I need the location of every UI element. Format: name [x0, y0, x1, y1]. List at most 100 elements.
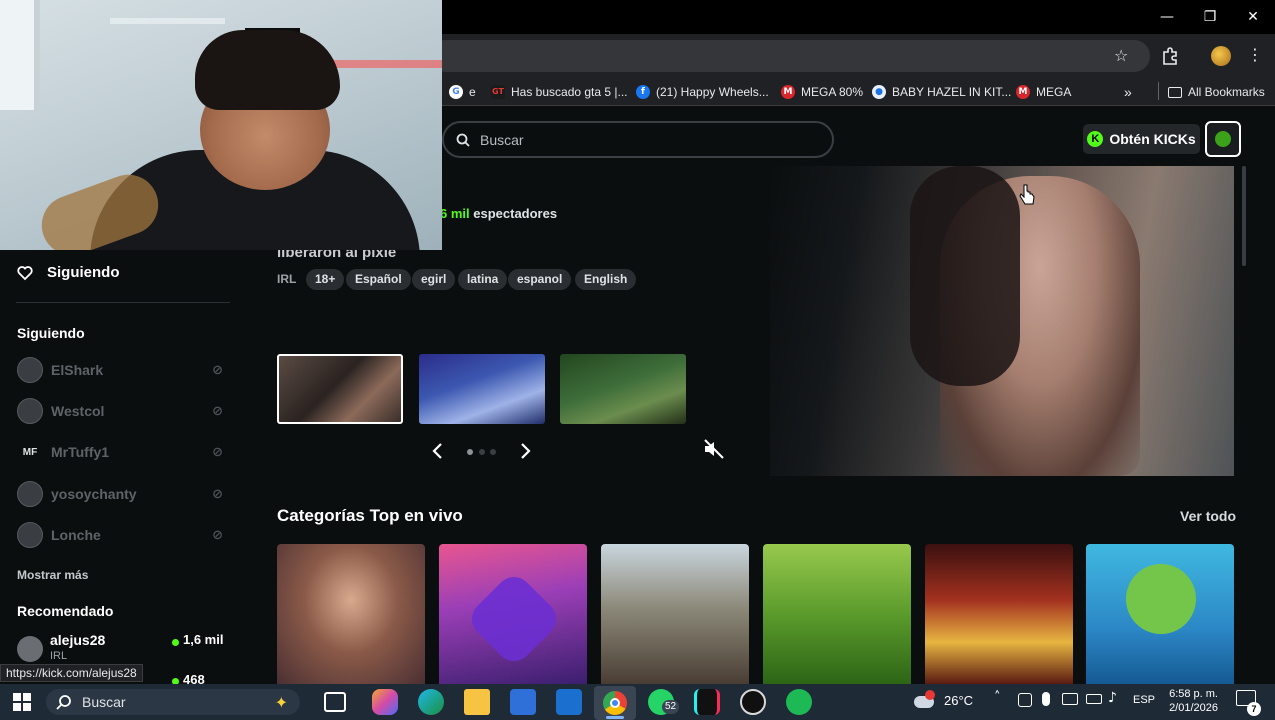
outlook-icon[interactable] [556, 689, 582, 715]
avatar [17, 398, 43, 424]
browser-menu-icon[interactable]: ⋮ [1247, 45, 1263, 67]
bookmark-item[interactable]: M MEGA [1016, 83, 1071, 101]
following-header[interactable]: Siguiendo [17, 264, 120, 281]
see-all-link[interactable]: Ver todo [1180, 508, 1236, 524]
google-icon: G [449, 85, 463, 99]
globe-icon: ● [872, 85, 886, 99]
microphone-icon[interactable] [1042, 692, 1050, 706]
tiktok-icon[interactable] [694, 689, 720, 715]
sidebar-channel-mrtuffy1[interactable]: MF MrTuffy1 ⊘ [17, 438, 227, 466]
avatar [17, 357, 43, 383]
mute-icon [704, 439, 724, 459]
sidebar-channel-yosoychanty[interactable]: yosoychanty ⊘ [17, 480, 227, 508]
avatar [1215, 131, 1231, 147]
search-input[interactable]: Buscar [442, 121, 834, 158]
recommended-channel[interactable]: 468 [172, 672, 232, 684]
extensions-icon[interactable] [1160, 46, 1180, 66]
tag-chip[interactable]: English [575, 269, 637, 290]
category-card[interactable] [601, 544, 749, 684]
chrome-icon [603, 691, 627, 715]
carousel-next-button[interactable] [515, 441, 535, 461]
category-card[interactable] [763, 544, 911, 684]
bookmarks-overflow-button[interactable]: » [1124, 83, 1132, 101]
bookmark-item[interactable]: GT Has buscado gta 5 |... [491, 83, 628, 101]
search-placeholder: Buscar [480, 131, 524, 148]
page-scrollbar[interactable] [1242, 166, 1246, 266]
meet-now-icon[interactable] [1018, 693, 1032, 707]
webcam-overlay [0, 0, 442, 250]
microsoft-store-icon[interactable] [510, 689, 536, 715]
volume-icon[interactable]: ♪ [1108, 690, 1117, 706]
bookmark-label: MEGA 80% [801, 85, 864, 99]
bookmark-label: MEGA [1036, 85, 1072, 99]
tag-chip[interactable]: Español [346, 269, 411, 290]
bookmarks-divider [1158, 82, 1159, 100]
following-header-label: Siguiendo [47, 264, 120, 281]
spotify-icon[interactable] [786, 689, 812, 715]
taskbar-active-app[interactable] [594, 686, 636, 720]
tag-chip[interactable]: latina [458, 269, 508, 290]
bookmark-item[interactable]: ● BABY HAZEL IN KIT... [872, 83, 1011, 101]
bookmark-item[interactable]: M MEGA 80% [781, 83, 863, 101]
get-kicks-button[interactable]: K Obtén KICKs [1083, 124, 1200, 154]
show-more-link[interactable]: Mostrar más [17, 568, 88, 582]
offline-icon: ⊘ [212, 444, 223, 460]
user-avatar-button[interactable] [1205, 121, 1241, 157]
tag-chip[interactable]: espanol [508, 269, 572, 290]
categories-section-title: Categorías Top en vivo [277, 506, 463, 525]
sidebar-channel-elshark[interactable]: ElShark ⊘ [17, 356, 227, 384]
close-window-button[interactable]: ✕ [1241, 6, 1265, 28]
restore-button[interactable]: ❐ [1198, 6, 1222, 28]
network-icon[interactable] [1086, 694, 1102, 704]
notification-tray-icon[interactable] [1062, 693, 1078, 705]
unmute-button[interactable] [702, 437, 726, 461]
carousel-dot[interactable] [490, 449, 496, 455]
chevron-up-icon[interactable]: ˄ [994, 690, 1001, 705]
carousel-dot[interactable] [479, 449, 485, 455]
weather-icon[interactable] [914, 690, 938, 712]
kick-coin-icon: K [1087, 131, 1104, 147]
avatar: MF [17, 439, 43, 465]
input-language[interactable]: ESP [1133, 694, 1155, 706]
category-card[interactable] [925, 544, 1073, 684]
task-view-icon[interactable] [324, 692, 346, 712]
tag-chip[interactable]: egirl [412, 269, 456, 290]
featured-video-player[interactable] [770, 166, 1234, 476]
clock[interactable]: 6:58 p. m. 2/01/2026 [1168, 687, 1218, 715]
carousel-thumbnail[interactable] [419, 354, 545, 424]
bookmark-item[interactable]: G e [449, 83, 476, 101]
channel-name: alejus28 [50, 632, 106, 648]
minimize-button[interactable]: — [1155, 6, 1179, 28]
taskbar-search-input[interactable]: Buscar ✦ [46, 689, 300, 715]
mouse-cursor-icon [1019, 184, 1035, 206]
carousel-prev-button[interactable] [428, 441, 448, 461]
folder-icon [1168, 86, 1182, 98]
carousel-thumbnail[interactable] [277, 354, 403, 424]
recommended-channel-alejus28[interactable]: alejus28 IRL 1,6 mil [17, 632, 229, 664]
bookmark-label: (21) Happy Wheels... [656, 85, 769, 99]
category-card[interactable] [277, 544, 425, 684]
obs-icon[interactable] [740, 689, 766, 715]
category-card[interactable] [439, 544, 587, 684]
recommended-section-title: Recomendado [17, 603, 114, 619]
avatar [17, 481, 43, 507]
sidebar-channel-westcol[interactable]: Westcol ⊘ [17, 397, 227, 425]
all-bookmarks-button[interactable]: All Bookmarks [1168, 83, 1265, 101]
file-explorer-icon[interactable] [464, 689, 490, 715]
tag-chip[interactable]: 18+ [306, 269, 345, 290]
windows-start-button[interactable] [12, 692, 32, 712]
bookmark-item[interactable]: f (21) Happy Wheels... [636, 83, 769, 101]
bookmark-star-icon[interactable]: ☆ [1114, 46, 1134, 66]
copilot-icon[interactable] [372, 689, 398, 715]
address-bar[interactable] [430, 40, 1150, 72]
profile-avatar[interactable] [1211, 46, 1231, 66]
mega-icon: M [781, 85, 795, 99]
carousel-thumbnail[interactable] [560, 354, 686, 424]
weather-temperature[interactable]: 26°C [944, 693, 973, 708]
sidebar-channel-lonche[interactable]: Lonche ⊘ [17, 521, 227, 549]
bookmark-label: e [469, 85, 476, 99]
edge-icon[interactable] [418, 689, 444, 715]
stream-category-link[interactable]: IRL [277, 272, 296, 286]
carousel-dot-active[interactable] [467, 449, 473, 455]
category-card[interactable] [1086, 544, 1234, 684]
